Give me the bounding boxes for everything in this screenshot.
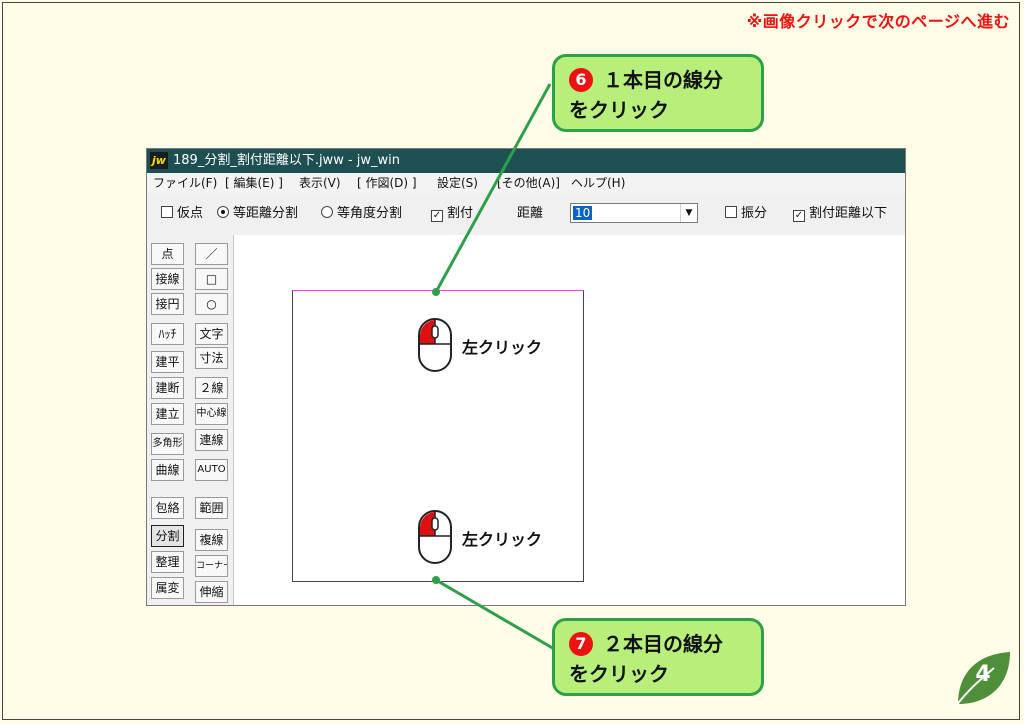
tool-dimension[interactable]: 寸法 <box>195 347 228 369</box>
tool-envelope[interactable]: 包絡 <box>151 497 184 519</box>
furibun-checkbox[interactable]: 振分 <box>725 206 767 222</box>
menu-other[interactable]: [その他(A)] <box>497 173 560 193</box>
tool-tangent-circle[interactable]: 接円 <box>151 293 184 315</box>
tool-circle[interactable]: ○ <box>195 293 228 315</box>
menu-view[interactable]: 表示(V) <box>299 173 341 193</box>
tool-elevation[interactable]: 建立 <box>151 403 184 425</box>
checkbox-box <box>725 206 737 218</box>
callout-line1: ２本目の線分 <box>603 632 723 656</box>
checkbox-check-icon: ✓ <box>793 210 805 222</box>
tool-polygon[interactable]: 多角形 <box>151 433 184 455</box>
next-page-note[interactable]: ※画像クリックで次のページへ進む <box>747 8 1010 32</box>
tool-auto[interactable]: AUTO <box>195 459 228 481</box>
tool-continuous-line[interactable]: 連線 <box>195 429 228 451</box>
menu-edit[interactable]: [ 編集(E) ] <box>225 173 283 193</box>
mouse-left-click-icon <box>418 318 452 372</box>
tool-double-line[interactable]: ２線 <box>195 377 228 399</box>
mouse-left-click-icon <box>418 510 452 564</box>
menu-file[interactable]: ファイル(F) <box>153 173 217 193</box>
kyori-value[interactable]: 10 <box>573 206 593 220</box>
chevron-down-icon[interactable]: ▼ <box>680 204 697 222</box>
callout-line2: をクリック <box>569 662 669 686</box>
tool-corner[interactable]: コーナー <box>195 555 228 577</box>
radio-dot-icon <box>217 206 229 218</box>
jw-app-icon: jw <box>150 152 168 169</box>
tool-attr-change[interactable]: 属変 <box>151 577 184 599</box>
tool-plan[interactable]: 建平 <box>151 351 184 373</box>
menu-bar: ファイル(F) [ 編集(E) ] 表示(V) [ 作図(D) ] 設定(S) … <box>147 173 905 193</box>
tool-rectangle[interactable]: □ <box>195 268 228 290</box>
tool-curve[interactable]: 曲線 <box>151 459 184 481</box>
waritsuke-checkbox[interactable]: ✓ 割付 <box>431 206 473 222</box>
checkbox-check-icon: ✓ <box>431 210 443 222</box>
waritsuke-ika-checkbox[interactable]: ✓ 割付距離以下 <box>793 206 887 222</box>
tool-palette: 点 接線 接円 ﾊｯﾁ 建平 建断 建立 多角形 曲線 包絡 分割 整理 属変 … <box>147 235 234 605</box>
karaten-checkbox[interactable]: 仮点 <box>161 206 203 222</box>
kyori-label: 距離 <box>517 206 544 221</box>
tool-divide[interactable]: 分割 <box>151 525 184 547</box>
tool-arrange[interactable]: 整理 <box>151 551 184 573</box>
left-click-label: 左クリック <box>462 338 543 357</box>
menu-settings[interactable]: 設定(S) <box>437 173 478 193</box>
tool-copy-line[interactable]: 複線 <box>195 529 228 551</box>
tool-hatch[interactable]: ﾊｯﾁ <box>151 323 184 345</box>
tool-text[interactable]: 文字 <box>195 323 228 345</box>
window-title: 189_分割_割付距離以下.jww - jw_win <box>173 153 401 168</box>
left-click-label: 左クリック <box>462 530 543 549</box>
title-bar: jw 189_分割_割付距離以下.jww - jw_win <box>147 149 905 173</box>
callout-line1: １本目の線分 <box>603 68 723 92</box>
tou-kyori-radio[interactable]: 等距離分割 <box>217 206 298 222</box>
tool-tangent-line[interactable]: 接線 <box>151 268 184 290</box>
callout-step-6: 6 １本目の線分 をクリック <box>552 54 764 132</box>
radio-dot-icon <box>321 206 333 218</box>
tool-range[interactable]: 範囲 <box>195 497 228 519</box>
menu-draw[interactable]: [ 作図(D) ] <box>357 173 417 193</box>
step-number-badge: 7 <box>569 632 593 656</box>
tool-section[interactable]: 建断 <box>151 377 184 399</box>
tou-kakudo-radio[interactable]: 等角度分割 <box>321 206 402 222</box>
tool-options-bar: 仮点 等距離分割 等角度分割 ✓ 割付 距離 10 ▼ 振分 ✓ 割付距離以下 <box>147 193 905 236</box>
tool-center-line[interactable]: 中心線 <box>195 403 228 425</box>
tool-line[interactable]: ／ <box>195 243 228 265</box>
tool-point[interactable]: 点 <box>151 243 184 265</box>
step-number-badge: 6 <box>569 68 593 92</box>
kyori-combo[interactable]: 10 ▼ <box>570 203 698 223</box>
menu-help[interactable]: ヘルプ(H) <box>571 173 625 193</box>
callout-step-7: 7 ２本目の線分 をクリック <box>552 618 764 696</box>
checkbox-box <box>161 206 173 218</box>
tool-stretch[interactable]: 伸縮 <box>195 581 228 603</box>
page-number: 4 <box>975 662 991 687</box>
callout-line2: をクリック <box>569 98 669 122</box>
